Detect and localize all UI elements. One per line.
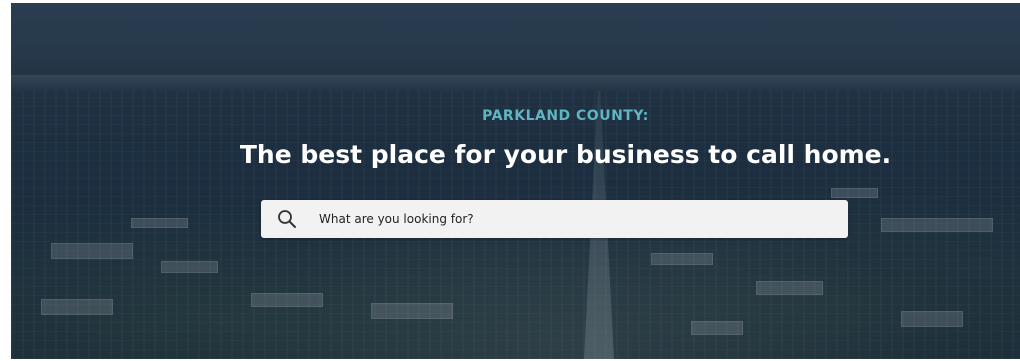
- hero-eyebrow: PARKLAND COUNTY:: [482, 108, 649, 124]
- hero-banner: PARKLAND COUNTY: The best place for your…: [11, 3, 1020, 359]
- search-icon[interactable]: [275, 207, 299, 231]
- search-bar[interactable]: [261, 200, 848, 238]
- search-input[interactable]: [317, 211, 821, 227]
- hero-headline: The best place for your business to call…: [239, 140, 892, 169]
- hero-overlay: [11, 3, 1020, 359]
